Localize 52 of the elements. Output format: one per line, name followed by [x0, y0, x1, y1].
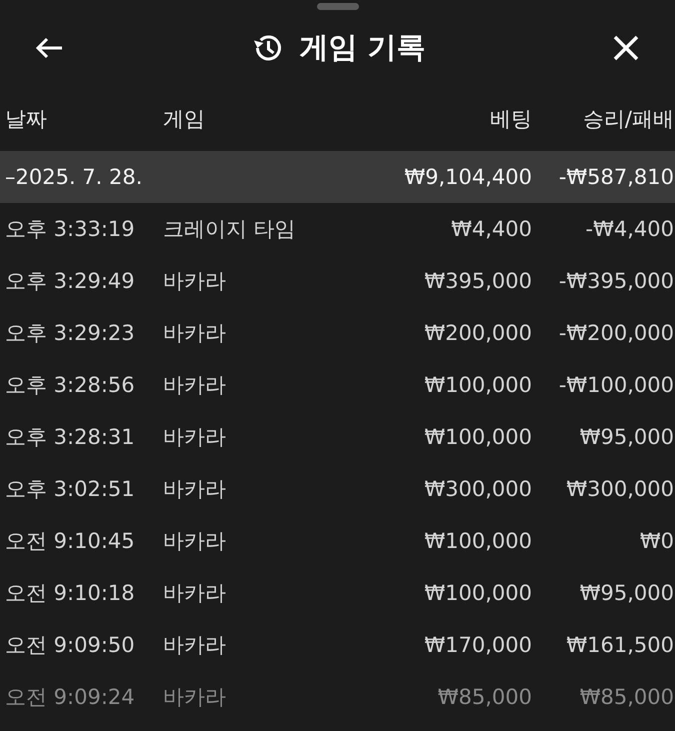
table-cell-text: 오후 3:29:49 [5, 268, 135, 295]
table-cell: ₩0 [640, 529, 674, 553]
group-date: –2025. 7. 28. [5, 165, 142, 189]
table-cell-text: 오후 3:29:23 [5, 320, 135, 347]
table-cell-text: 바카라 [163, 320, 226, 347]
table-cell-text: 바카라 [163, 476, 226, 503]
table-cell-text: 바카라 [163, 528, 226, 555]
table-cell: ₩300,000 [566, 477, 674, 501]
table-cell-text: 오전 9:10:45 [5, 528, 135, 555]
table-cell: ₩95,000 [580, 581, 674, 605]
table-cell: -₩395,000 [558, 269, 674, 293]
table-cell-text: 바카라 [163, 372, 226, 399]
table-cell-text: 오후 3:02:51 [5, 476, 135, 503]
column-header: 날짜 [5, 106, 47, 132]
table-cell-text: 오후 3:33:19 [5, 216, 135, 243]
table-cell: ₩300,000 [424, 477, 532, 501]
back-arrow-icon[interactable] [34, 36, 64, 60]
table-cell: ₩100,000 [424, 529, 532, 553]
table-cell: ₩100,000 [424, 425, 532, 449]
table-cell: -₩200,000 [558, 321, 674, 345]
table-cell: ₩100,000 [424, 581, 532, 605]
table-cell: ₩170,000 [424, 633, 532, 657]
table-cell-text: 오후 3:28:31 [5, 424, 135, 451]
table-cell: ₩4,400 [451, 217, 532, 241]
table-cell: ₩395,000 [424, 269, 532, 293]
table-cell-text: 오후 3:28:56 [5, 372, 135, 399]
table-cell: ₩100,000 [424, 373, 532, 397]
table-cell-text: 바카라 [163, 684, 226, 711]
date-group-row[interactable]: –2025. 7. 28. ₩9,104,400 -₩587,810 [0, 151, 675, 203]
table-cell: ₩85,000 [438, 685, 532, 709]
drag-handle[interactable] [316, 3, 358, 10]
table-cell-text: 오전 9:09:24 [5, 684, 135, 711]
table-cell-text: 바카라 [163, 268, 226, 295]
screen-title: 게임 기록 [299, 29, 426, 66]
table-cell-text: 바카라 [163, 424, 226, 451]
table-cell: ₩85,000 [580, 685, 674, 709]
column-header: 베팅 [490, 106, 532, 132]
column-header: 게임 [163, 106, 205, 132]
close-icon[interactable] [612, 35, 639, 61]
table-cell-text: 오전 9:09:50 [5, 632, 135, 659]
table-cell: ₩200,000 [424, 321, 532, 345]
group-result-total: -₩587,810 [558, 165, 674, 189]
table-cell: -₩100,000 [558, 373, 674, 397]
table-cell: ₩161,500 [566, 633, 674, 657]
column-header: 승리/패배 [582, 106, 674, 132]
table-cell-text: 바카라 [163, 632, 226, 659]
group-bet-total: ₩9,104,400 [404, 165, 532, 189]
table-cell: -₩4,400 [586, 217, 674, 241]
table-cell-text: 바카라 [163, 580, 226, 607]
table-cell: ₩95,000 [580, 425, 674, 449]
table-cell-text: 오전 9:10:18 [5, 580, 135, 607]
table-cell-text: 크레이지 타임 [163, 216, 296, 243]
